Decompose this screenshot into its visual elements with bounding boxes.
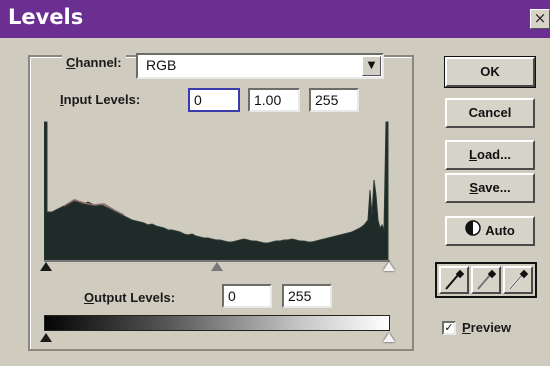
close-icon: × (533, 9, 547, 27)
output-gradient-bar (44, 315, 390, 331)
channel-label: Channel: (62, 55, 126, 70)
save-button[interactable]: Save... (445, 173, 535, 203)
eyedropper-black-icon[interactable] (439, 266, 469, 294)
input-black-field[interactable]: 0 (188, 88, 240, 112)
input-levels-label: Input Levels: (60, 92, 141, 107)
title-bar[interactable]: Levels × (0, 0, 550, 38)
auto-button-label: Auto (485, 223, 515, 238)
ok-button[interactable]: OK (444, 56, 536, 88)
input-white-slider[interactable] (383, 262, 395, 271)
channel-select-value: RGB (146, 57, 177, 73)
dialog-title: Levels (8, 5, 84, 29)
histogram (44, 121, 389, 260)
input-white-field[interactable]: 255 (309, 88, 359, 112)
output-white-slider[interactable] (383, 333, 395, 342)
load-button[interactable]: Load... (445, 140, 535, 170)
auto-button[interactable]: Auto (445, 216, 535, 246)
levels-dialog: Levels × Channel: RGB ▼ Input Levels: 0 … (0, 0, 550, 366)
preview-checkbox[interactable]: ✓ (442, 321, 456, 335)
input-gamma-field[interactable]: 1.00 (248, 88, 300, 112)
histogram-fill (44, 121, 389, 260)
output-white-field[interactable]: 255 (282, 284, 332, 308)
input-gamma-slider[interactable] (211, 262, 223, 271)
eyedropper-group (435, 262, 537, 298)
checkmark-icon: ✓ (444, 321, 454, 334)
input-black-slider[interactable] (40, 262, 52, 271)
output-black-slider[interactable] (40, 333, 52, 342)
channel-select[interactable]: RGB ▼ (136, 53, 384, 79)
eyedropper-gray-icon[interactable] (471, 266, 501, 294)
preview-label[interactable]: Preview (462, 320, 511, 335)
output-black-field[interactable]: 0 (222, 284, 272, 308)
eyedropper-white-icon[interactable] (503, 266, 533, 294)
output-levels-label: Output Levels: (84, 290, 176, 305)
cancel-button[interactable]: Cancel (445, 98, 535, 128)
close-button[interactable]: × (530, 9, 550, 29)
half-circle-icon (465, 219, 481, 245)
chevron-down-icon[interactable]: ▼ (362, 56, 381, 76)
